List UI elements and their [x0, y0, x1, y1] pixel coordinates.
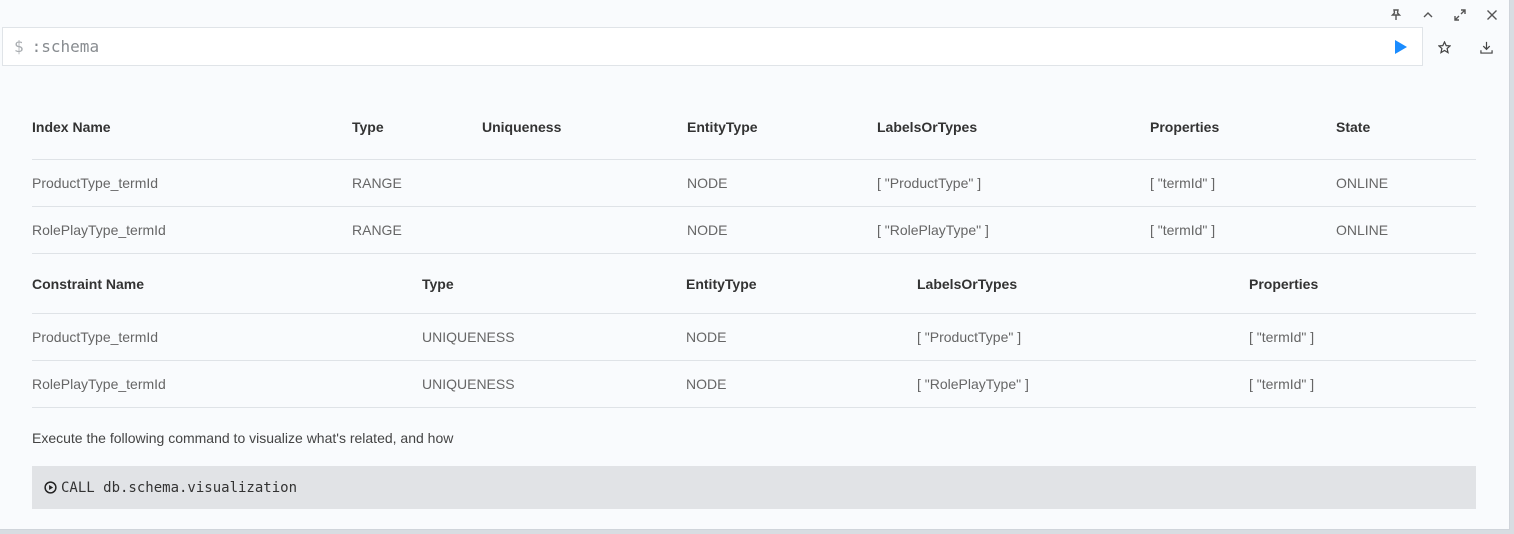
table-row: ProductType_termId UNIQUENESS NODE [ "Pr…: [32, 313, 1476, 361]
constraint-table: Constraint Name Type EntityType LabelsOr…: [32, 254, 1476, 408]
favorite-button[interactable]: [1432, 37, 1456, 57]
query-input[interactable]: [31, 28, 1390, 65]
table-cell: [ "termId" ]: [1150, 206, 1336, 254]
table-cell: ProductType_termId: [32, 313, 422, 361]
column-header: LabelsOrTypes: [877, 119, 978, 135]
column-header: State: [1336, 119, 1371, 135]
constraint-header-row: Constraint Name Type EntityType LabelsOr…: [32, 254, 1476, 314]
run-button[interactable]: [1390, 36, 1412, 58]
fullscreen-icon: [1454, 9, 1466, 21]
command-snippet[interactable]: CALL db.schema.visualization: [32, 466, 1476, 509]
table-row: RolePlayType_termId UNIQUENESS NODE [ "R…: [32, 360, 1476, 408]
column-header: Properties: [1150, 119, 1220, 135]
column-header: Type: [352, 119, 384, 135]
table-cell: [ "ProductType" ]: [917, 313, 1249, 361]
table-cell: NODE: [687, 206, 877, 254]
column-header: EntityType: [686, 275, 757, 292]
table-cell: [ "RolePlayType" ]: [917, 360, 1249, 408]
table-cell: RANGE: [352, 159, 482, 207]
star-icon: [1437, 40, 1451, 54]
column-header: Index Name: [32, 119, 111, 135]
command-text: CALL db.schema.visualization: [61, 479, 298, 496]
index-table: Index Name Type Uniqueness EntityType La…: [32, 95, 1476, 254]
frame-actions: [1432, 37, 1498, 57]
column-header: EntityType: [687, 119, 758, 135]
table-cell: ONLINE: [1336, 159, 1476, 207]
table-cell: NODE: [687, 159, 877, 207]
play-circle-icon: [44, 481, 57, 494]
schema-content: Index Name Type Uniqueness EntityType La…: [32, 95, 1476, 509]
table-cell: NODE: [686, 360, 917, 408]
table-cell: RolePlayType_termId: [32, 360, 422, 408]
table-cell: RolePlayType_termId: [32, 206, 352, 254]
frame-controls: [1385, 6, 1503, 24]
table-cell: [482, 206, 687, 254]
table-row: ProductType_termId RANGE NODE [ "Product…: [32, 159, 1476, 207]
table-cell: [ "termId" ]: [1150, 159, 1336, 207]
pin-icon: [1390, 9, 1402, 20]
index-header-row: Index Name Type Uniqueness EntityType La…: [32, 95, 1476, 160]
close-icon: [1487, 10, 1497, 20]
column-header: Constraint Name: [32, 275, 145, 292]
editor-prompt: $: [14, 37, 24, 56]
table-cell: [ "ProductType" ]: [877, 159, 1150, 207]
table-row: RolePlayType_termId RANGE NODE [ "RolePl…: [32, 206, 1476, 254]
table-cell: RANGE: [352, 206, 482, 254]
column-header: Uniqueness: [482, 119, 562, 135]
table-cell: ProductType_termId: [32, 159, 352, 207]
close-button[interactable]: [1481, 6, 1503, 24]
play-icon: [1395, 39, 1407, 54]
column-header: LabelsOrTypes: [917, 275, 1018, 292]
column-header: Properties: [1249, 275, 1319, 292]
table-cell: [ "termId" ]: [1249, 313, 1476, 361]
collapse-button[interactable]: [1417, 6, 1439, 24]
fullscreen-button[interactable]: [1449, 6, 1471, 24]
collapse-icon: [1423, 12, 1433, 18]
table-cell: [482, 159, 687, 207]
result-frame: $ Index Name Type Uniqueness EntityT: [0, 0, 1510, 530]
table-cell: UNIQUENESS: [422, 313, 686, 361]
column-header: Type: [422, 275, 454, 292]
query-editor: $: [2, 27, 1423, 66]
table-cell: NODE: [686, 313, 917, 361]
table-cell: UNIQUENESS: [422, 360, 686, 408]
table-cell: ONLINE: [1336, 206, 1476, 254]
visualize-hint: Execute the following command to visuali…: [32, 430, 454, 446]
download-icon: [1479, 41, 1493, 54]
table-cell: [ "termId" ]: [1249, 360, 1476, 408]
table-cell: [ "RolePlayType" ]: [877, 206, 1150, 254]
pin-button[interactable]: [1385, 6, 1407, 24]
download-button[interactable]: [1474, 37, 1498, 57]
